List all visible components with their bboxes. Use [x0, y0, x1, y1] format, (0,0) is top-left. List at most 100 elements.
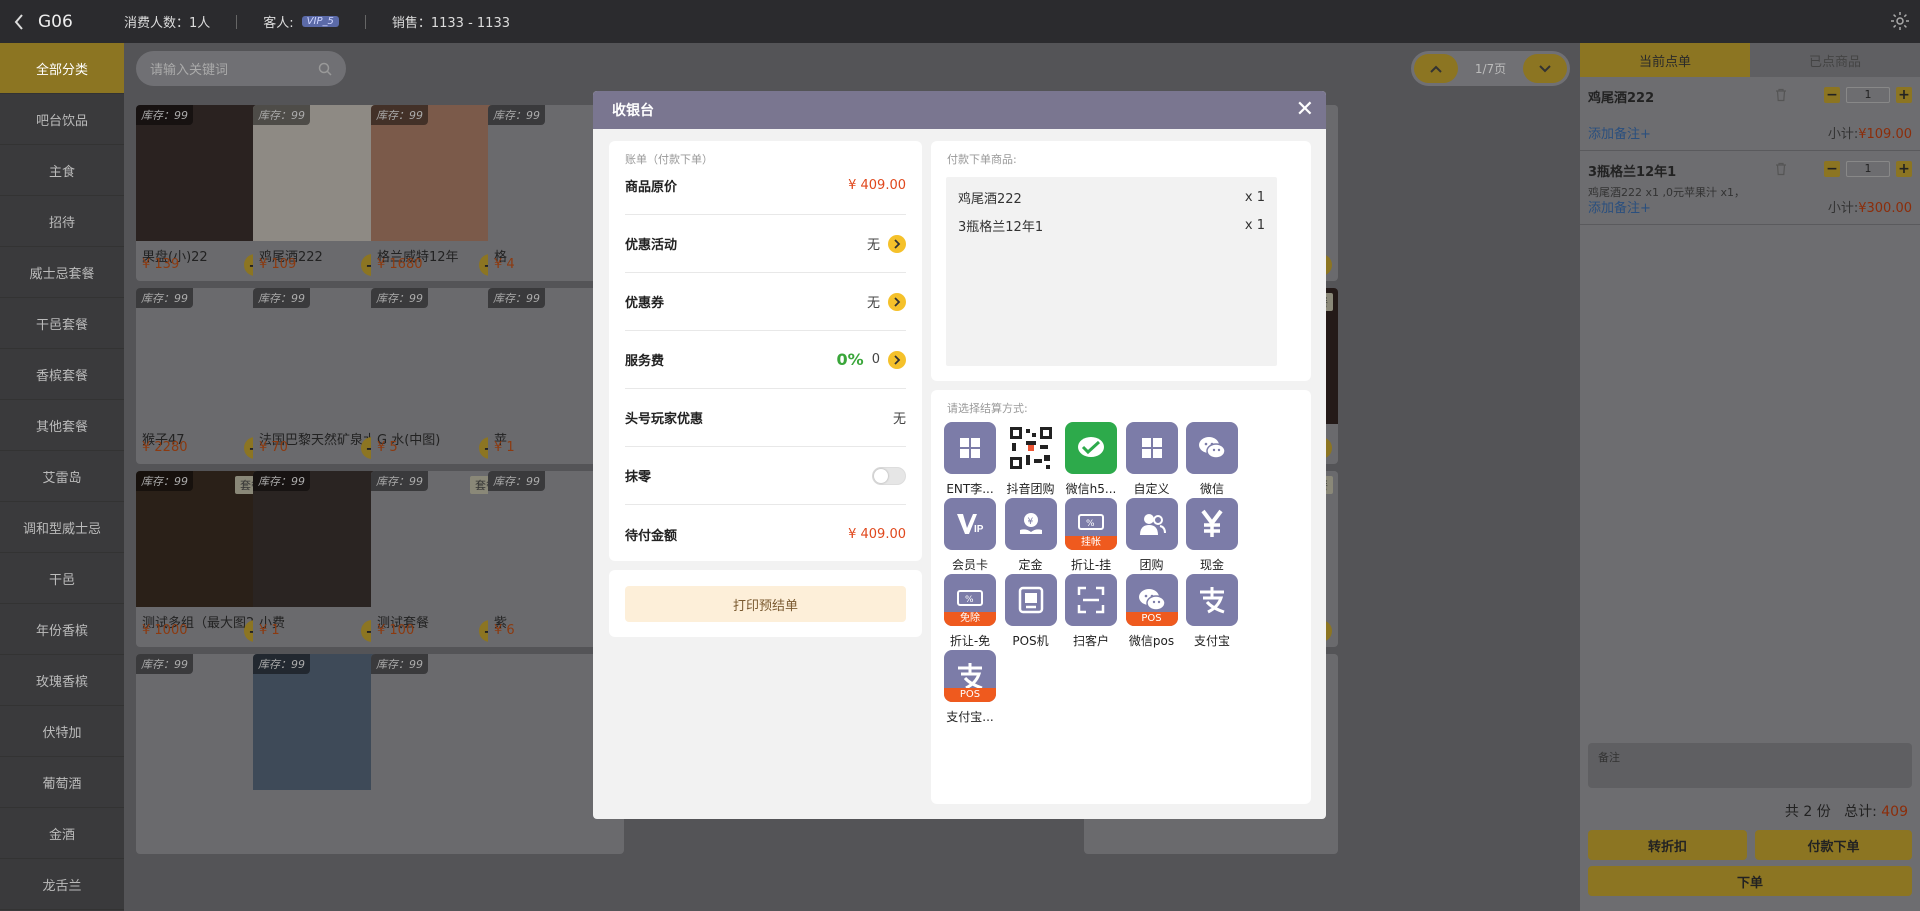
product-card[interactable]: 库存：99: [253, 654, 389, 854]
product-card[interactable]: 库存：99法国巴黎天然矿泉水¥ 70+: [253, 288, 389, 464]
chevron-right-icon[interactable]: [888, 234, 906, 253]
sidebar-item[interactable]: 其他套餐: [0, 400, 124, 451]
search-input[interactable]: 请输入关键词: [136, 51, 346, 86]
payment-method[interactable]: 自定义: [1125, 422, 1178, 497]
search-icon[interactable]: [318, 62, 332, 76]
subtotal-label: 小计:: [1827, 127, 1859, 142]
sidebar-item[interactable]: 威士忌套餐: [0, 247, 124, 298]
sidebar-item[interactable]: 吧台饮品: [0, 94, 124, 145]
sidebar-item[interactable]: 葡萄酒: [0, 757, 124, 808]
payment-label: 自定义: [1133, 482, 1170, 496]
product-card[interactable]: 库存：99: [371, 654, 507, 854]
payment-label: 折让-挂: [1070, 558, 1112, 572]
bill-row: 待付金额 ¥ 409.00: [625, 505, 906, 563]
trash-icon[interactable]: [1774, 162, 1788, 176]
row-label: 商品原价: [625, 180, 678, 195]
rounding-toggle[interactable]: [872, 466, 906, 485]
close-icon[interactable]: ✕: [1296, 99, 1314, 121]
sidebar-item[interactable]: 艾雷岛: [0, 451, 124, 502]
bill-row[interactable]: 服务费 0% 0: [625, 331, 906, 389]
product-card[interactable]: 库存：99鸡尾酒222¥ 109+: [253, 105, 389, 281]
payment-header: 请选择结算方式:: [947, 402, 1028, 415]
sidebar-item[interactable]: 干邑: [0, 553, 124, 604]
row-label: 头号玩家优惠: [625, 412, 704, 427]
payment-method[interactable]: 团购: [1125, 498, 1178, 573]
sidebar-item[interactable]: 全部分类: [0, 43, 124, 94]
payment-method[interactable]: 现金: [1186, 498, 1238, 573]
payment-method[interactable]: 支付宝: [1186, 574, 1238, 649]
sidebar-item[interactable]: 香槟套餐: [0, 349, 124, 400]
back-button[interactable]: G06: [0, 0, 124, 43]
payment-method[interactable]: POS 支付宝...: [944, 650, 996, 725]
product-card[interactable]: 库存：99套餐测试套餐¥ 100+: [371, 471, 507, 647]
add-note-link[interactable]: 添加备注+: [1588, 197, 1651, 216]
product-card[interactable]: 库存：99果盘(小)22¥ 139+: [136, 105, 272, 281]
stock-label: 库存：99: [371, 105, 428, 125]
add-note-link[interactable]: 添加备注+: [1588, 123, 1651, 142]
subtotal-value: ¥300.00: [1858, 201, 1912, 216]
payment-method[interactable]: 微信h5...: [1065, 422, 1117, 497]
product-price: ¥ 100: [377, 623, 415, 638]
gear-icon[interactable]: [1890, 11, 1910, 31]
place-order-button[interactable]: 下单: [1588, 866, 1912, 896]
increase-button[interactable]: +: [1896, 161, 1912, 177]
payment-panel: 请选择结算方式: ENT李... 抖音团购 微信h5... 自定义 微信 IP 会员卡 ¥ 定金…: [931, 390, 1311, 804]
product-card[interactable]: 库存：99套餐测试多组（最大图2）¥ 1000+: [136, 471, 272, 647]
sidebar-item[interactable]: 干邑套餐: [0, 298, 124, 349]
increase-button[interactable]: +: [1896, 87, 1912, 103]
product-card[interactable]: 库存：99猴子47¥ 2280+: [136, 288, 272, 464]
group-icon: [1125, 498, 1178, 550]
quantity-stepper: − 1 +: [1774, 161, 1912, 177]
chevron-down-icon: [1539, 64, 1551, 72]
checkout-dialog: 收银台 ✕ 账单（付款下单） 商品原价 ¥ 409.00 优惠活动无优惠券无服务费 0…: [593, 91, 1326, 819]
tab-current-order[interactable]: 当前点单: [1580, 43, 1750, 77]
order-total: 共 2 份 总计: 409: [1785, 801, 1908, 821]
pay-order-button[interactable]: 付款下单: [1755, 830, 1912, 860]
bill-row[interactable]: 优惠活动 无: [625, 215, 906, 273]
product-card[interactable]: 库存：99小费¥ 1+: [253, 471, 389, 647]
sidebar-item[interactable]: 调和型威士忌: [0, 502, 124, 553]
tab-ordered-items[interactable]: 已点商品: [1750, 43, 1920, 77]
print-preview-button[interactable]: 打印预结单: [625, 586, 906, 622]
payment-method[interactable]: 抖音团购: [1004, 422, 1057, 497]
product-card[interactable]: 库存：99G 水(中图)¥ 5+: [371, 288, 507, 464]
sidebar-item[interactable]: 玫瑰香槟: [0, 655, 124, 706]
trash-icon[interactable]: [1774, 88, 1788, 102]
sidebar-item[interactable]: 金酒: [0, 808, 124, 859]
decrease-button[interactable]: −: [1824, 161, 1840, 177]
payment-method[interactable]: IP 会员卡: [944, 498, 996, 573]
payment-method[interactable]: % 挂帐 折让-挂: [1065, 498, 1117, 573]
quantity-field[interactable]: 1: [1846, 161, 1890, 177]
payment-method[interactable]: POS机: [1004, 574, 1057, 649]
payment-method[interactable]: POS 微信pos: [1125, 574, 1178, 649]
sidebar-item[interactable]: 招待: [0, 196, 124, 247]
payment-badge: 免除: [944, 612, 996, 626]
prev-page-button[interactable]: [1414, 54, 1458, 83]
payment-method[interactable]: ¥ 定金: [1004, 498, 1057, 573]
remark-field[interactable]: 备注: [1588, 743, 1912, 788]
chevron-right-icon[interactable]: [888, 350, 906, 369]
bill-row[interactable]: 抹零: [625, 447, 906, 505]
sidebar-item[interactable]: 年份香槟: [0, 604, 124, 655]
sidebar-item[interactable]: 伏特加: [0, 706, 124, 757]
product-card[interactable]: 库存：99: [136, 654, 272, 854]
payment-method[interactable]: 微信: [1186, 422, 1238, 497]
quantity-field[interactable]: 1: [1846, 87, 1890, 103]
payment-method[interactable]: ENT李...: [944, 422, 996, 497]
sidebar-item[interactable]: 龙舌兰: [0, 859, 124, 910]
discount-button[interactable]: 转折扣: [1588, 830, 1747, 860]
payment-badge: POS: [1125, 612, 1178, 626]
decrease-button[interactable]: −: [1824, 87, 1840, 103]
bill-row[interactable]: 优惠券 无: [625, 273, 906, 331]
row-value: 无: [866, 296, 880, 311]
vip-badge: VIP_5: [301, 16, 339, 27]
payment-method[interactable]: % 免除 折让-免: [944, 574, 996, 649]
payment-method[interactable]: 扫客户: [1065, 574, 1117, 649]
next-page-button[interactable]: [1522, 54, 1567, 83]
payment-label: 支付宝...: [946, 710, 994, 724]
pos-icon: [1004, 574, 1057, 626]
product-card[interactable]: 库存：99格兰威特12年¥ 1680+: [371, 105, 507, 281]
sidebar-item[interactable]: 主食: [0, 145, 124, 196]
chevron-right-icon[interactable]: [888, 292, 906, 311]
grid-icon: [944, 422, 996, 474]
